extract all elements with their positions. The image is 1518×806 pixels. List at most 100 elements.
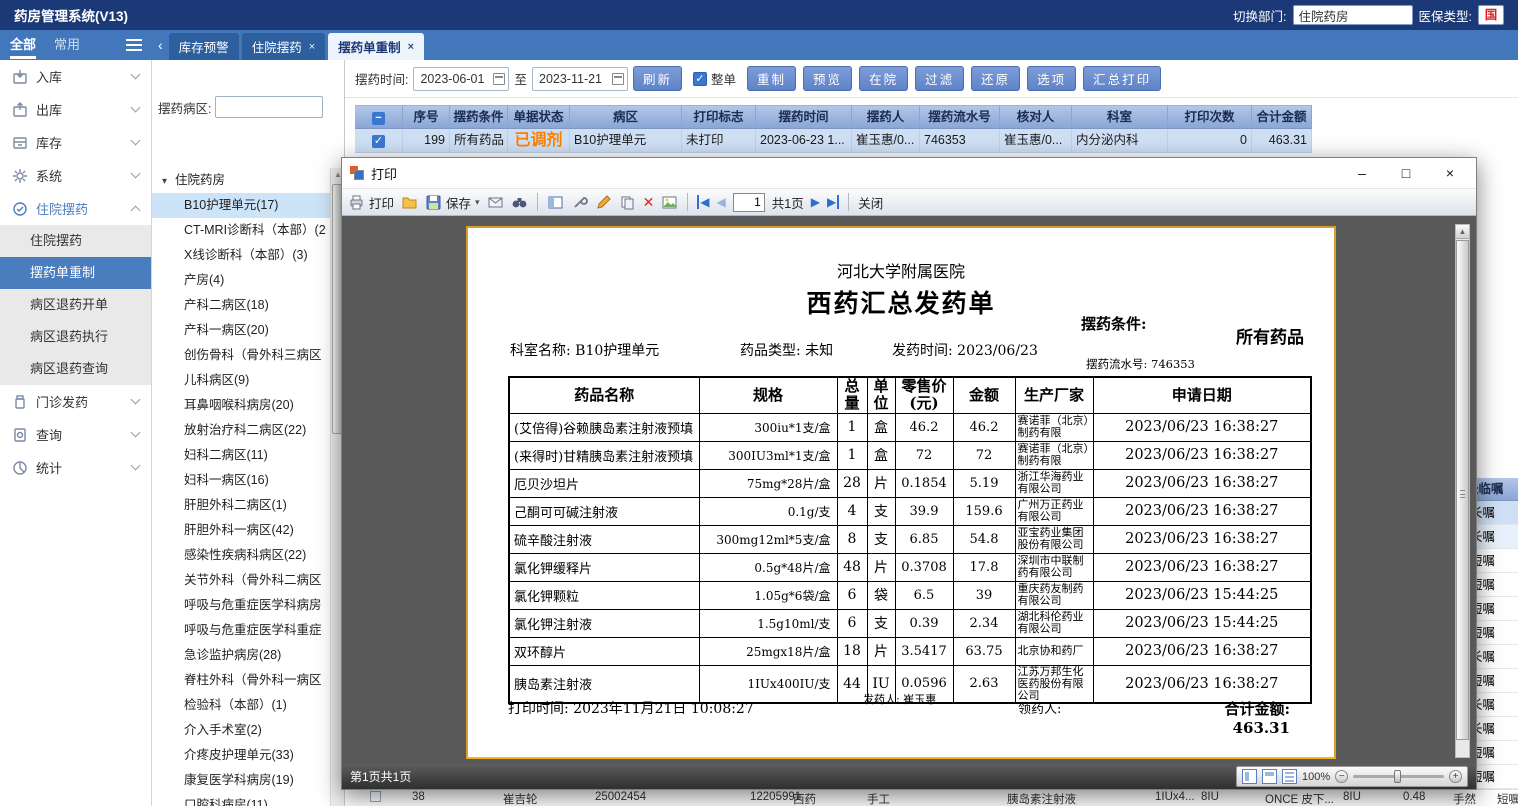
col-header[interactable]: 摆药时间 xyxy=(756,105,852,129)
scroll-up-icon[interactable]: ▲ xyxy=(1456,225,1469,239)
col-header[interactable]: 合计金额 xyxy=(1252,105,1312,129)
col-header[interactable]: 科室 xyxy=(1072,105,1168,129)
filter-action-button[interactable]: 选项 xyxy=(1027,66,1077,91)
ward-tree-item[interactable]: 妇科一病区(16) xyxy=(152,468,330,493)
maximize-icon[interactable]: □ xyxy=(1396,165,1416,181)
watermark-button[interactable] xyxy=(661,194,678,211)
ward-tree-item[interactable]: 肝胆外科二病区(1) xyxy=(152,493,330,518)
tab-close-icon[interactable]: × xyxy=(408,41,414,53)
filter-action-button[interactable]: 重制 xyxy=(747,66,797,91)
document-tab[interactable]: 住院摆药 × xyxy=(241,33,326,60)
sidebar-subitem-dispense-list-rebuild[interactable]: 摆药单重制 xyxy=(0,257,151,289)
fit-width-view-icon[interactable] xyxy=(1262,769,1277,784)
sidebar-subitem-ward-return-create[interactable]: 病区退药开单 xyxy=(0,289,151,321)
open-button[interactable] xyxy=(401,194,418,211)
tree-expand-icon[interactable]: ▾ xyxy=(162,176,167,187)
col-header[interactable]: 核对人 xyxy=(1000,105,1072,129)
sidebar-item-query[interactable]: 查询 xyxy=(0,418,151,451)
ward-tree-item[interactable]: 耳鼻咽喉科病房(20) xyxy=(152,393,330,418)
sidebar-subitem-ward-return-execute[interactable]: 病区退药执行 xyxy=(0,321,151,353)
close-icon[interactable]: × xyxy=(1440,165,1460,181)
col-header[interactable]: 摆药条件 xyxy=(450,105,508,129)
email-button[interactable] xyxy=(487,194,504,211)
single-page-view-icon[interactable] xyxy=(1242,769,1257,784)
ward-tree-item[interactable]: 关节外科（骨外科二病区 xyxy=(152,568,330,593)
ward-tree-item[interactable]: 肝胆外科一病区(42) xyxy=(152,518,330,543)
document-tab[interactable]: 摆药单重制 × xyxy=(328,33,425,60)
zoom-out-button[interactable]: − xyxy=(1335,770,1349,783)
document-tab[interactable]: 库存预警 × xyxy=(168,33,239,60)
print-dialog-titlebar[interactable]: 打印 – □ × xyxy=(342,158,1476,188)
sidebar-subitem-ward-return-query[interactable]: 病区退药查询 xyxy=(0,353,151,385)
insurance-type-value[interactable]: 国 xyxy=(1478,5,1504,25)
edit-button[interactable] xyxy=(595,194,612,211)
prev-page-icon[interactable]: ◀ xyxy=(717,195,726,209)
ward-tree-item[interactable]: CT-MRI诊断科（本部）(2 xyxy=(152,218,330,243)
col-header[interactable]: 病区 xyxy=(570,105,682,129)
detail-row-strip[interactable]: 38 崔吉轮 25002454 12205991 西药 手工 胰岛素注射液 1IUx4... 8… xyxy=(345,789,1518,806)
close-preview-button[interactable]: 关闭 xyxy=(858,193,883,212)
ward-tree-item[interactable]: 脊柱外科（骨外科一病区 xyxy=(152,668,330,693)
zoom-slider-track[interactable] xyxy=(1353,770,1444,783)
ward-tree-item[interactable]: 呼吸与危重症医学科病房 xyxy=(152,593,330,618)
filter-action-button[interactable]: 汇总打印 xyxy=(1083,66,1162,91)
whole-order-checkbox[interactable]: ✓ xyxy=(693,71,708,86)
filter-action-button[interactable]: 预览 xyxy=(803,66,853,91)
sidebar-item-inpatient-dispense[interactable]: 住院摆药 xyxy=(0,192,151,225)
ward-tree-item[interactable]: 产房(4) xyxy=(152,268,330,293)
copy-button[interactable] xyxy=(619,194,636,211)
page-number-input[interactable] xyxy=(732,192,765,212)
sidebar-item-stock[interactable]: 库存 xyxy=(0,126,151,159)
row-checkbox[interactable] xyxy=(370,791,381,802)
next-page-icon[interactable]: ▶ xyxy=(811,195,820,209)
tab-scroll-left-icon[interactable]: ‹ xyxy=(152,30,169,60)
tab-close-icon[interactable]: × xyxy=(309,41,315,53)
filter-action-button[interactable]: 在院 xyxy=(859,66,909,91)
ward-tree-item[interactable]: B10护理单元(17) xyxy=(152,193,330,218)
ward-tree-item[interactable]: 放射治疗科二病区(22) xyxy=(152,418,330,443)
ward-tree-item[interactable]: X线诊断科（本部）(3) xyxy=(152,243,330,268)
refresh-button[interactable]: 刷新 xyxy=(633,66,683,91)
sidebar-item-outbound[interactable]: 出库 xyxy=(0,93,151,126)
save-dropdown-caret[interactable]: ▾ xyxy=(475,197,480,208)
ward-tree-item[interactable]: 呼吸与危重症医学科重症 xyxy=(152,618,330,643)
ward-search-input[interactable] xyxy=(215,96,324,118)
nav-tab-all[interactable]: 全部 xyxy=(10,30,37,60)
menu-collapse-icon[interactable] xyxy=(126,39,142,51)
ward-tree-item[interactable]: 康复医学科病房(19) xyxy=(152,768,330,793)
ward-tree-item[interactable]: 急诊监护病房(28) xyxy=(152,643,330,668)
ward-tree-item[interactable]: 介疼皮护理单元(33) xyxy=(152,743,330,768)
ward-tree-item[interactable]: 产科二病区(18) xyxy=(152,293,330,318)
sidebar-item-system[interactable]: 系统 xyxy=(0,159,151,192)
row-checkbox[interactable]: ✓ xyxy=(355,129,403,153)
properties-button[interactable] xyxy=(571,194,588,211)
page-setup-button[interactable] xyxy=(547,194,564,211)
col-header[interactable]: 序号 xyxy=(403,105,450,129)
last-page-icon[interactable]: ▶ xyxy=(827,195,840,209)
minimize-icon[interactable]: – xyxy=(1352,165,1372,181)
filter-action-button[interactable]: 过滤 xyxy=(915,66,965,91)
nav-tab-common[interactable]: 常用 xyxy=(54,30,80,60)
scrollbar-thumb[interactable] xyxy=(1456,240,1469,740)
sidebar-item-statistics[interactable]: 统计 xyxy=(0,451,151,484)
first-page-icon[interactable]: ◀ xyxy=(697,195,710,209)
ward-tree-item[interactable]: 产科一病区(20) xyxy=(152,318,330,343)
print-button[interactable]: 打印 xyxy=(348,193,394,212)
ward-tree-item[interactable]: 妇科二病区(11) xyxy=(152,443,330,468)
col-header[interactable]: 打印标志 xyxy=(682,105,756,129)
multi-page-view-icon[interactable] xyxy=(1282,769,1297,784)
ward-tree-item[interactable]: 感染性疾病科病区(22) xyxy=(152,543,330,568)
sidebar-item-inbound[interactable]: 入库 xyxy=(0,60,151,93)
grid-row-selected[interactable]: ✓ 199 所有药品 已调剂 B10护理单元 未打印 2023-06-23 1.… xyxy=(355,129,1312,153)
find-button[interactable] xyxy=(511,194,528,211)
preview-scrollbar[interactable]: ▲ xyxy=(1455,224,1470,758)
col-header[interactable]: 摆药人 xyxy=(852,105,920,129)
sidebar-item-outpatient-dispense[interactable]: 门诊发药 xyxy=(0,385,151,418)
calendar-icon[interactable] xyxy=(612,72,624,85)
sidebar-subitem-inpatient-dispense[interactable]: 住院摆药 xyxy=(0,225,151,257)
zoom-slider-handle[interactable] xyxy=(1394,770,1402,783)
ward-tree-item[interactable]: 儿科病区(9) xyxy=(152,368,330,393)
save-button[interactable]: 保存 ▾ xyxy=(425,193,480,212)
filter-action-button[interactable]: 还原 xyxy=(971,66,1021,91)
col-header[interactable]: 单据状态 xyxy=(508,105,570,129)
